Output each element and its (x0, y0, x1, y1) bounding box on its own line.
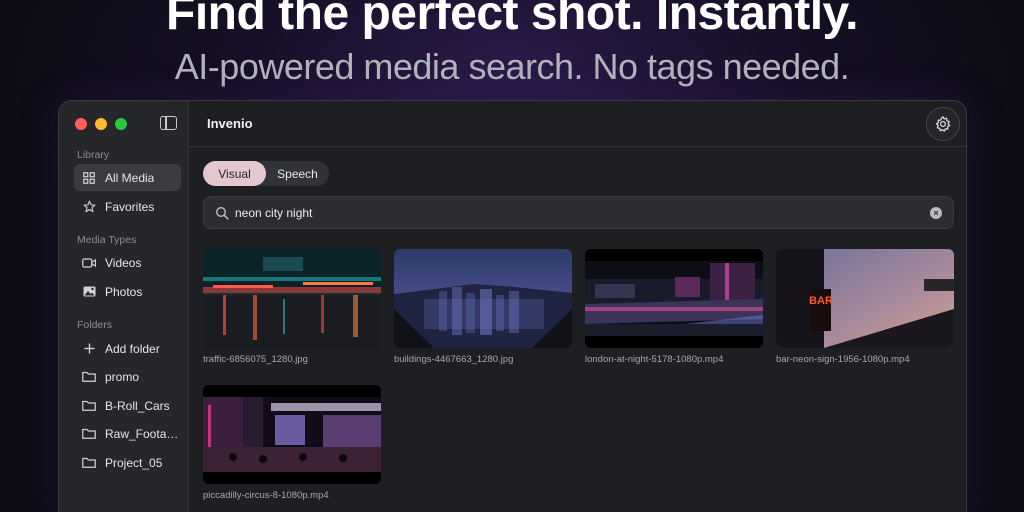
plus-icon (82, 342, 96, 356)
section-label-folders: Folders (77, 319, 113, 331)
main-content: Invenio Visual Speech neon city night × (189, 101, 966, 512)
media-filename: london-at-night-5178-1080p.mp4 (585, 354, 724, 365)
sidebar-item-videos[interactable]: Videos (74, 249, 181, 276)
app-title: Invenio (207, 116, 253, 131)
search-input[interactable]: neon city night × (203, 196, 954, 229)
gear-icon (935, 116, 951, 132)
speech-mode-button[interactable]: Speech (266, 161, 329, 186)
media-thumbnail[interactable]: BAR (776, 249, 954, 348)
sidebar-item-all-media[interactable]: All Media (74, 164, 181, 191)
media-card[interactable]: london-at-night-5178-1080p.mp4 (585, 249, 763, 365)
sidebar-item-folder-b-roll-cars[interactable]: B-Roll_Cars (74, 392, 181, 419)
media-card[interactable]: BAR bar-neon-sign-1956-1080p.mp4 (776, 249, 954, 365)
sidebar-item-label: B-Roll_Cars (105, 398, 170, 413)
hero-subtitle: AI-powered media search. No tags needed. (174, 46, 850, 87)
search-mode-toggle: Visual Speech (203, 161, 329, 186)
sidebar-item-photos[interactable]: Photos (74, 278, 181, 305)
media-filename: bar-neon-sign-1956-1080p.mp4 (776, 354, 910, 365)
visual-mode-button[interactable]: Visual (203, 161, 266, 186)
search-query: neon city night (235, 206, 313, 220)
sidebar-item-label: Videos (105, 255, 142, 270)
bar-sign-letter: BAR (809, 295, 833, 307)
close-window-button[interactable] (75, 118, 87, 130)
media-filename: piccadilly-circus-8-1080p.mp4 (203, 490, 329, 501)
folder-icon (82, 427, 96, 441)
clear-search-icon[interactable]: × (930, 207, 942, 219)
search-icon (215, 206, 229, 220)
media-card[interactable]: buildings-4467663_1280.jpg (394, 249, 572, 365)
grid-icon (82, 171, 96, 185)
media-thumbnail[interactable] (394, 249, 572, 348)
app-window: Library All Media Favorites Media Types … (58, 100, 967, 512)
media-filename: traffic-6856075_1280.jpg (203, 354, 308, 365)
folder-icon (82, 370, 96, 384)
add-folder-button[interactable]: Add folder (74, 335, 181, 362)
star-icon (82, 200, 96, 214)
sidebar-item-label: Favorites (105, 199, 155, 214)
section-label-media-types: Media Types (77, 234, 137, 246)
toolbar: Invenio (189, 101, 966, 147)
media-thumbnail[interactable] (203, 385, 381, 484)
sidebar-item-label: Add folder (105, 341, 160, 356)
media-thumbnail[interactable] (585, 249, 763, 348)
sidebar-item-favorites[interactable]: Favorites (74, 193, 181, 220)
minimize-window-button[interactable] (95, 118, 107, 130)
sidebar-item-label: Project_05 (105, 455, 163, 470)
sidebar-item-folder-project-05[interactable]: Project_05 (74, 449, 181, 476)
section-label-library: Library (77, 149, 110, 161)
media-card[interactable]: piccadilly-circus-8-1080p.mp4 (203, 385, 381, 501)
maximize-window-button[interactable] (115, 118, 127, 130)
sidebar-item-label: All Media (105, 170, 155, 185)
photo-icon (82, 285, 96, 299)
media-card[interactable]: traffic-6856075_1280.jpg (203, 249, 381, 365)
sidebar-toggle-icon[interactable] (160, 116, 177, 130)
sidebar: Library All Media Favorites Media Types … (59, 101, 189, 512)
video-icon (82, 256, 96, 270)
sidebar-item-label: promo (105, 369, 140, 384)
sidebar-item-label: Raw_Foota… (105, 426, 179, 441)
media-thumbnail[interactable] (203, 249, 381, 348)
folder-icon (82, 456, 96, 470)
sidebar-item-folder-promo[interactable]: promo (74, 363, 181, 390)
hero-title: Find the perfect shot. Instantly. (166, 0, 859, 40)
settings-button[interactable] (926, 107, 960, 141)
sidebar-item-folder-raw-footage[interactable]: Raw_Foota… (74, 420, 181, 447)
folder-icon (82, 399, 96, 413)
sidebar-item-label: Photos (105, 284, 143, 299)
media-filename: buildings-4467663_1280.jpg (394, 354, 514, 365)
